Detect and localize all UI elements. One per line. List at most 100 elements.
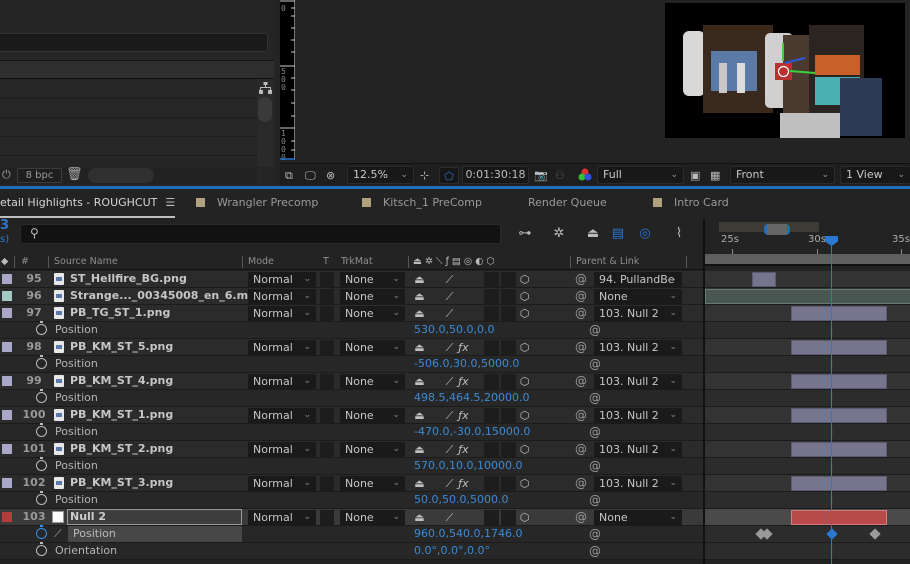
blend-mode-select[interactable]: Normal ⌄ bbox=[248, 289, 316, 304]
property-value[interactable]: 530.0,50.0,0.0 bbox=[414, 323, 494, 336]
3d-layer-cube-icon[interactable]: ⬡ bbox=[517, 340, 532, 355]
switch-box[interactable] bbox=[484, 340, 499, 355]
blend-mode-select[interactable]: Normal ⌄ bbox=[248, 340, 316, 355]
property-value[interactable]: -506.0,30.0,5000.0 bbox=[414, 357, 519, 370]
parent-select[interactable]: None ⌄ bbox=[594, 510, 682, 525]
parent-select[interactable]: 103. Null 2 ⌄ bbox=[594, 340, 682, 355]
current-time-display[interactable]: 0:01:30:18 bbox=[462, 166, 529, 184]
panel-menu-icon[interactable]: ☰ bbox=[165, 196, 175, 209]
project-scroll-pill[interactable] bbox=[88, 168, 154, 183]
layer-duration-bar[interactable] bbox=[791, 510, 887, 525]
keyframe[interactable] bbox=[826, 528, 838, 540]
label-color[interactable] bbox=[2, 410, 12, 420]
layer-duration-bar[interactable] bbox=[791, 408, 887, 423]
preserve-transparency-toggle[interactable] bbox=[320, 374, 334, 389]
quality-switch-icon[interactable]: ⟋ bbox=[442, 510, 457, 525]
parent-pickwhip-icon[interactable]: @ bbox=[575, 408, 587, 423]
3d-layer-cube-icon[interactable]: ⬡ bbox=[517, 476, 532, 491]
layer-source-name[interactable]: PB_KM_ST_5.png bbox=[70, 340, 173, 353]
switch-box[interactable] bbox=[501, 442, 516, 457]
label-color[interactable] bbox=[2, 376, 12, 386]
label-color[interactable] bbox=[2, 478, 12, 488]
property-row[interactable]: Position 530.0,50.0,0.0 @ bbox=[0, 321, 703, 339]
graph-editor-icon[interactable]: ⌇ bbox=[668, 224, 690, 244]
switches-header-icons[interactable]: ⏏✲⟍ƒ▤◎◐⬡ bbox=[413, 256, 498, 267]
parent-select[interactable]: 103. Null 2 ⌄ bbox=[594, 306, 682, 321]
switch-box[interactable] bbox=[501, 340, 516, 355]
stopwatch-icon[interactable] bbox=[36, 321, 47, 335]
label-color[interactable] bbox=[2, 512, 12, 522]
property-pickwhip-icon[interactable]: @ bbox=[589, 493, 601, 508]
parent-pickwhip-icon[interactable]: @ bbox=[575, 510, 587, 525]
stopwatch-icon[interactable] bbox=[36, 389, 47, 403]
track-matte-select[interactable]: None ⌄ bbox=[340, 340, 405, 355]
3d-layer-cube-icon[interactable]: ⬡ bbox=[517, 442, 532, 457]
switch-box[interactable] bbox=[484, 442, 499, 457]
blend-mode-select[interactable]: Normal ⌄ bbox=[248, 408, 316, 423]
monitor-icon[interactable]: 🖵 bbox=[305, 167, 316, 184]
playhead[interactable] bbox=[825, 236, 838, 246]
switch-box[interactable] bbox=[484, 306, 499, 321]
layer-track[interactable] bbox=[705, 475, 910, 492]
label-color[interactable] bbox=[2, 274, 12, 284]
3d-layer-cube-icon[interactable]: ⬡ bbox=[517, 374, 532, 389]
switch-box[interactable] bbox=[501, 272, 516, 287]
3d-layer-cube-icon[interactable]: ⬡ bbox=[517, 408, 532, 423]
parent-pickwhip-icon[interactable]: @ bbox=[575, 476, 587, 491]
shy-switch-icon[interactable]: ⏏ bbox=[412, 510, 427, 525]
resolution-select[interactable]: Full ⌄ bbox=[597, 166, 684, 184]
effects-switch-icon[interactable]: ƒx bbox=[456, 374, 471, 389]
switch-box[interactable] bbox=[501, 374, 516, 389]
blend-mode-select[interactable]: Normal ⌄ bbox=[248, 272, 316, 287]
layer-track[interactable] bbox=[705, 288, 910, 305]
parent-pickwhip-icon[interactable]: @ bbox=[575, 272, 587, 287]
parent-pickwhip-icon[interactable]: @ bbox=[575, 306, 587, 321]
layer-track[interactable] bbox=[705, 407, 910, 424]
quality-switch-icon[interactable]: ⟋ bbox=[442, 408, 457, 423]
layer-row[interactable]: 98 PB_KM_ST_5.png Normal ⌄ None ⌄ ⏏ ⟋ ƒx ⬡ @103. N… bbox=[0, 339, 703, 356]
layer-source-name[interactable]: ST_Hellfire_BG.png bbox=[70, 272, 187, 285]
layer-row[interactable]: 101 PB_KM_ST_2.png Normal ⌄ None ⌄ ⏏ ⟋ ƒx ⬡ @103. … bbox=[0, 441, 703, 458]
trash-icon[interactable]: 🗑 bbox=[66, 167, 83, 183]
parent-select[interactable]: 103. Null 2 ⌄ bbox=[594, 408, 682, 423]
zoom-select[interactable]: 12.5% ⌄ bbox=[347, 166, 414, 184]
switch-box[interactable] bbox=[484, 272, 499, 287]
tab-retail-highlights-roughcut[interactable]: etail Highlights - ROUGHCUT ☰ bbox=[0, 196, 176, 218]
property-value[interactable]: -470.0,-30.0,15000.0 bbox=[414, 425, 530, 438]
quality-switch-icon[interactable]: ⟋ bbox=[442, 272, 457, 287]
label-color[interactable] bbox=[2, 291, 12, 301]
quality-switch-icon[interactable]: ⟋ bbox=[442, 476, 457, 491]
project-row[interactable] bbox=[0, 118, 257, 137]
mask-visibility-button[interactable]: ⬠ bbox=[439, 167, 459, 184]
vr-glasses-icon[interactable]: ⊗ bbox=[326, 167, 335, 184]
shy-switch-icon[interactable]: ⏏ bbox=[412, 476, 427, 491]
composition-preview[interactable] bbox=[665, 3, 905, 138]
switch-box[interactable] bbox=[484, 510, 499, 525]
effects-switch-icon[interactable]: ƒx bbox=[456, 340, 471, 355]
transparency-grid-icon[interactable]: ▦ bbox=[710, 167, 720, 184]
layer-duration-bar[interactable] bbox=[791, 340, 887, 355]
layer-source-name[interactable]: PB_KM_ST_4.png bbox=[70, 374, 173, 387]
layer-track[interactable] bbox=[705, 271, 910, 288]
col-parent-link[interactable]: Parent & Link bbox=[576, 256, 639, 267]
effects-switch-icon[interactable]: ƒx bbox=[456, 476, 471, 491]
switch-box[interactable] bbox=[484, 289, 499, 304]
project-row[interactable] bbox=[0, 80, 257, 99]
preserve-transparency-toggle[interactable] bbox=[320, 272, 334, 287]
parent-select[interactable]: 103. Null 2 ⌄ bbox=[594, 374, 682, 389]
layer-track[interactable] bbox=[705, 441, 910, 458]
parent-pickwhip-icon[interactable]: @ bbox=[575, 374, 587, 389]
layer-row[interactable]: 96 Strange..._00345008_en_6.mov Normal ⌄ Non… bbox=[0, 288, 703, 305]
parent-select[interactable]: 103. Null 2 ⌄ bbox=[594, 442, 682, 457]
label-color[interactable] bbox=[2, 342, 12, 352]
quality-switch-icon[interactable]: ⟋ bbox=[442, 374, 457, 389]
layer-track[interactable] bbox=[705, 305, 910, 322]
snapshot-layers-icon[interactable]: ⧉ bbox=[285, 167, 293, 184]
label-color[interactable] bbox=[2, 308, 12, 318]
power-icon[interactable]: ⏻ bbox=[2, 168, 11, 182]
tab-wrangler-precomp[interactable]: Wrangler Precomp bbox=[196, 196, 318, 212]
shy-switch-icon[interactable]: ⏏ bbox=[412, 306, 427, 321]
project-search-field[interactable] bbox=[0, 33, 268, 52]
layer-source-name[interactable]: PB_KM_ST_1.png bbox=[70, 408, 173, 421]
switch-box[interactable] bbox=[501, 476, 516, 491]
